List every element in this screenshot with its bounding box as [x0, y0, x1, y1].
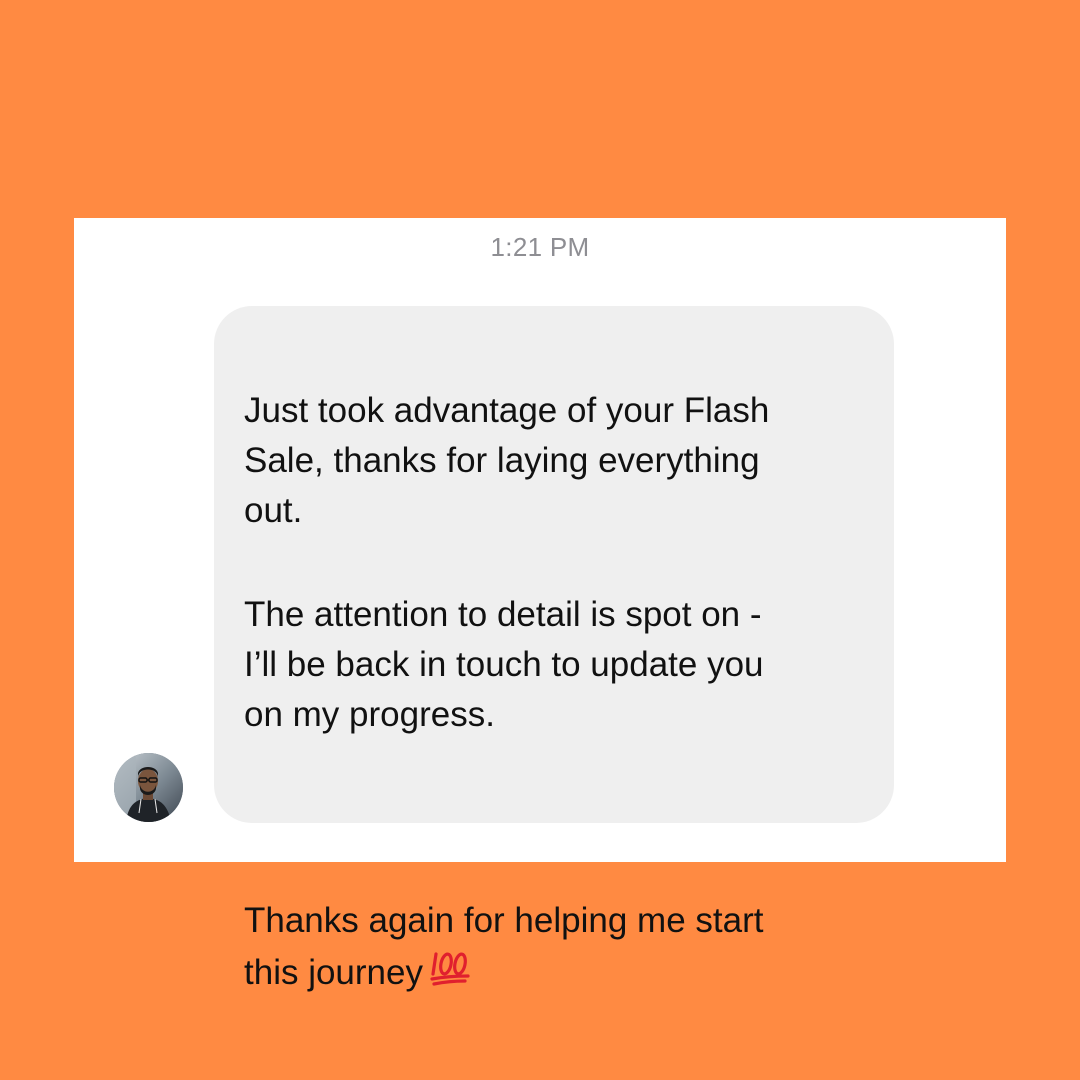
- message-paragraph-2: The attention to detail is spot on - I’l…: [244, 595, 764, 734]
- message-paragraph-1: Just took advantage of your Flash Sale, …: [244, 391, 770, 530]
- message-timestamp: 1:21 PM: [490, 232, 590, 262]
- sender-avatar[interactable]: [114, 753, 183, 822]
- message-paragraph-3: Thanks again for helping me start this j…: [244, 896, 874, 1002]
- avatar-photo-icon: [114, 753, 183, 822]
- message-paragraph-3-text: Thanks again for helping me start this j…: [244, 901, 764, 992]
- message-bubble[interactable]: Just took advantage of your Flash Sale, …: [214, 306, 894, 992]
- hundred-points-icon: [429, 946, 471, 1002]
